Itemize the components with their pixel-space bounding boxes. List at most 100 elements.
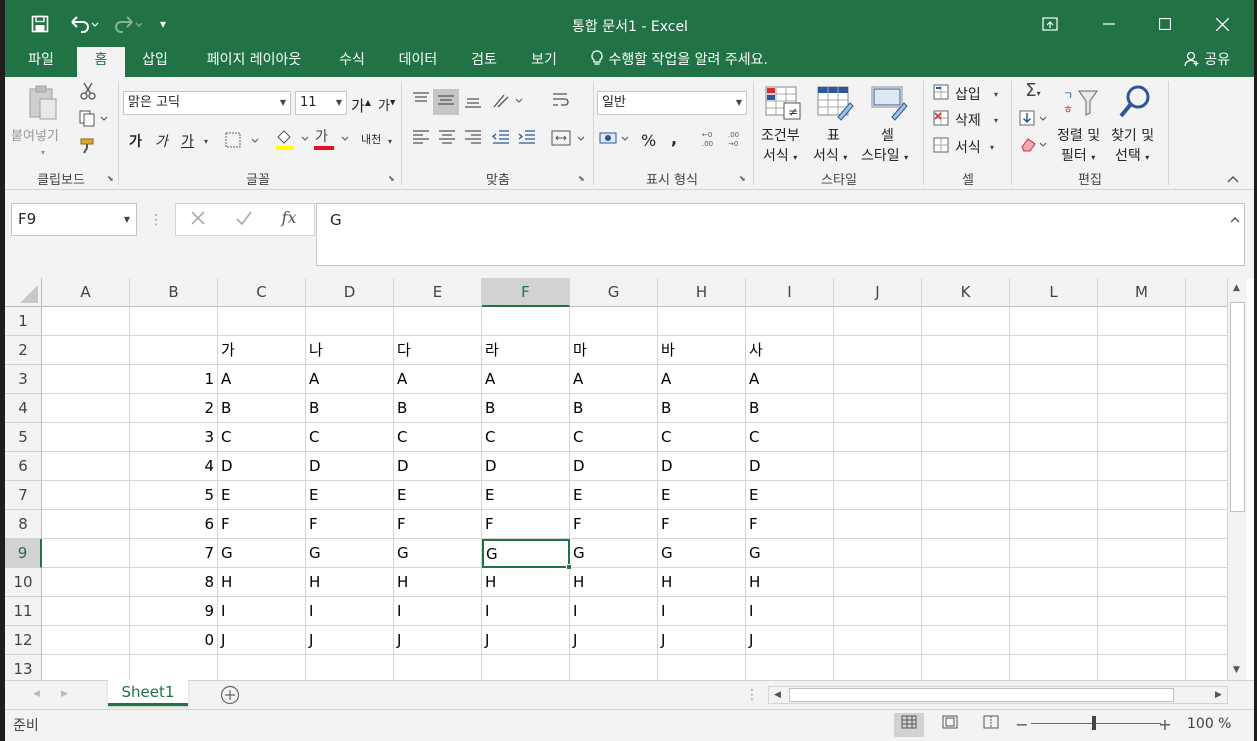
cell-b11[interactable]: 9: [130, 597, 218, 626]
column-header-m[interactable]: M: [1098, 278, 1186, 307]
cell-k5[interactable]: [922, 423, 1010, 452]
format-painter-icon[interactable]: [77, 137, 99, 161]
row-header-7[interactable]: 7: [5, 481, 42, 510]
fill-icon[interactable]: [1017, 109, 1049, 133]
cell-m8[interactable]: [1098, 510, 1186, 539]
sheet-scroll-right-icon[interactable]: ▶: [61, 689, 68, 699]
cell-a12[interactable]: [42, 626, 130, 655]
cell-k2[interactable]: [922, 336, 1010, 365]
cell-j5[interactable]: [834, 423, 922, 452]
cell-d10[interactable]: H: [306, 568, 394, 597]
cell-d4[interactable]: B: [306, 394, 394, 423]
cell-g9[interactable]: G: [570, 539, 658, 568]
cell-a6[interactable]: [42, 452, 130, 481]
cell-a13[interactable]: [42, 655, 130, 680]
fill-handle[interactable]: [566, 564, 572, 570]
cell-h9[interactable]: G: [658, 539, 746, 568]
cell-f7[interactable]: E: [482, 481, 570, 510]
row-header-12[interactable]: 12: [5, 626, 42, 655]
expand-formula-bar-icon[interactable]: [1229, 210, 1241, 230]
row-header-4[interactable]: 4: [5, 394, 42, 423]
cell-m7[interactable]: [1098, 481, 1186, 510]
cell-c3[interactable]: A: [218, 365, 306, 394]
cell-i13[interactable]: [746, 655, 834, 680]
cell-styles-icon[interactable]: [869, 83, 909, 123]
cell-m11[interactable]: [1098, 597, 1186, 626]
zoom-level[interactable]: 100 %: [1187, 716, 1231, 732]
cell-e1[interactable]: [394, 307, 482, 336]
align-center-icon[interactable]: [435, 129, 459, 151]
sort-filter-line2[interactable]: 필터 ▾: [1061, 145, 1095, 165]
cell-k4[interactable]: [922, 394, 1010, 423]
cell-k1[interactable]: [922, 307, 1010, 336]
cell-i11[interactable]: I: [746, 597, 834, 626]
cell-h13[interactable]: [658, 655, 746, 680]
cell-l4[interactable]: [1010, 394, 1098, 423]
cell-l3[interactable]: [1010, 365, 1098, 394]
cell-a9[interactable]: [42, 539, 130, 568]
cell-j7[interactable]: [834, 481, 922, 510]
insert-function-button[interactable]: fx: [276, 208, 302, 228]
cell-l6[interactable]: [1010, 452, 1098, 481]
cell-k7[interactable]: [922, 481, 1010, 510]
column-header-d[interactable]: D: [306, 278, 394, 307]
cell-m5[interactable]: [1098, 423, 1186, 452]
cell-k8[interactable]: [922, 510, 1010, 539]
zoom-in-icon[interactable]: +: [1155, 713, 1175, 737]
normal-view-icon[interactable]: [894, 713, 924, 737]
align-bottom-icon[interactable]: [461, 91, 485, 117]
cell-l9[interactable]: [1010, 539, 1098, 568]
cell-j4[interactable]: [834, 394, 922, 423]
bold-button[interactable]: 가: [129, 131, 142, 151]
cell-d11[interactable]: I: [306, 597, 394, 626]
clear-icon[interactable]: [1017, 135, 1049, 159]
cell-c2[interactable]: 가: [218, 336, 306, 365]
fill-color-icon[interactable]: [273, 127, 313, 157]
cell-i9[interactable]: G: [746, 539, 834, 568]
cell-d1[interactable]: [306, 307, 394, 336]
column-header-c[interactable]: C: [218, 278, 306, 307]
alignment-launcher-icon[interactable]: ⬊: [578, 174, 585, 183]
underline-button[interactable]: 가: [181, 131, 194, 151]
format-cells-icon[interactable]: [931, 136, 951, 160]
decrease-decimal-icon[interactable]: .00 →0: [725, 129, 747, 155]
cell-l12[interactable]: [1010, 626, 1098, 655]
cell-k13[interactable]: [922, 655, 1010, 680]
cell-g7[interactable]: E: [570, 481, 658, 510]
cell-g4[interactable]: B: [570, 394, 658, 423]
cell-f12[interactable]: J: [482, 626, 570, 655]
cell-styles-line2[interactable]: 스타일 ▾: [861, 145, 908, 165]
tab-page-layout[interactable]: 페이지 레이아웃: [191, 47, 317, 77]
find-select-line2[interactable]: 선택 ▾: [1115, 145, 1149, 165]
cell-k6[interactable]: [922, 452, 1010, 481]
horizontal-scrollbar[interactable]: ◀ ▶: [768, 686, 1228, 704]
cell-k9[interactable]: [922, 539, 1010, 568]
new-sheet-icon[interactable]: [219, 685, 241, 711]
cell-a5[interactable]: [42, 423, 130, 452]
cell-h5[interactable]: C: [658, 423, 746, 452]
customize-qat-icon[interactable]: ▾: [155, 10, 171, 38]
cell-e3[interactable]: A: [394, 365, 482, 394]
paste-button[interactable]: 붙여넣기: [11, 125, 59, 144]
percent-style-button[interactable]: %: [641, 131, 656, 150]
cell-c8[interactable]: F: [218, 510, 306, 539]
format-as-table-icon[interactable]: [815, 83, 855, 123]
cell-b5[interactable]: 3: [130, 423, 218, 452]
cell-d6[interactable]: D: [306, 452, 394, 481]
format-cells-button[interactable]: 서식: [955, 137, 981, 157]
page-break-view-icon[interactable]: [976, 713, 1006, 737]
row-header-11[interactable]: 11: [5, 597, 42, 626]
cell-g13[interactable]: [570, 655, 658, 680]
cell-e10[interactable]: H: [394, 568, 482, 597]
zoom-slider-thumb[interactable]: [1092, 716, 1096, 730]
column-header-e[interactable]: E: [394, 278, 482, 307]
font-launcher-icon[interactable]: ⬊: [388, 174, 395, 183]
column-header-l[interactable]: L: [1010, 278, 1098, 307]
cell-j3[interactable]: [834, 365, 922, 394]
cell-i7[interactable]: E: [746, 481, 834, 510]
delete-dropdown-icon[interactable]: ▾: [991, 111, 1001, 131]
wrap-text-icon[interactable]: [549, 91, 573, 115]
conditional-format-line1[interactable]: 조건부: [761, 125, 800, 145]
cell-f13[interactable]: [482, 655, 570, 680]
row-header-1[interactable]: 1: [5, 307, 42, 336]
